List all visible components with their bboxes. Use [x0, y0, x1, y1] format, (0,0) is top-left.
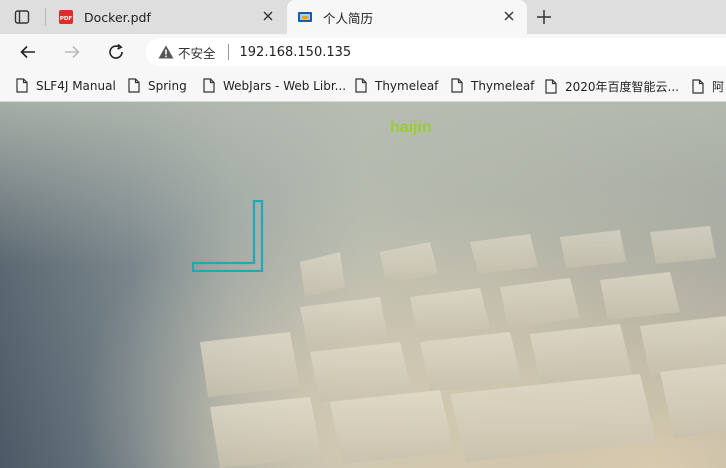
pdf-icon: PDF [58, 9, 74, 25]
url-text[interactable]: 192.168.150.135 [240, 45, 352, 60]
bookmark-label: Thymeleaf [471, 78, 535, 93]
address-divider [227, 44, 229, 60]
keyboard-background-image [0, 102, 726, 468]
page-icon [545, 79, 557, 94]
new-tab-icon[interactable] [534, 7, 554, 27]
back-arrow-icon[interactable] [18, 42, 38, 62]
tab-strip: PDF Docker.pdf 个人简历 [0, 0, 726, 34]
toolbar: 不安全 192.168.150.135 [0, 34, 726, 70]
page-content: haijin [0, 102, 726, 468]
tab-docker-pdf[interactable]: PDF Docker.pdf [50, 0, 286, 34]
bookmark-label: Thymeleaf [375, 78, 439, 93]
bookmark-spring[interactable]: Spring [128, 78, 187, 93]
corner-bracket-icon [192, 200, 264, 272]
close-tab-icon[interactable] [260, 8, 276, 24]
bookmark-label: 阿 [712, 80, 725, 94]
tab-resume[interactable]: 个人简历 [287, 0, 527, 34]
page-icon [451, 78, 463, 93]
page-icon [355, 78, 367, 93]
page-icon [128, 78, 140, 93]
bookmark-thymeleaf-2[interactable]: Thymeleaf [451, 78, 534, 93]
tab-title: 个人简历 [323, 10, 374, 26]
bookmark-baidu-cloud[interactable]: 2020年百度智能云... [545, 78, 679, 95]
bookmark-label: WebJars - Web Libr... [223, 78, 347, 93]
site-title: haijin [390, 119, 432, 136]
bookmark-label: SLF4J Manual [36, 78, 116, 93]
bookmark-webjars[interactable]: WebJars - Web Libr... [203, 78, 346, 93]
bookmark-label: Spring [148, 78, 187, 93]
bookmark-slf4j-manual[interactable]: SLF4J Manual [16, 78, 116, 93]
svg-text:PDF: PDF [60, 16, 73, 22]
security-status-text[interactable]: 不安全 [178, 43, 216, 62]
address-bar[interactable]: 不安全 192.168.150.135 [146, 38, 726, 66]
page-icon [203, 78, 215, 93]
tab-title: Docker.pdf [84, 9, 151, 25]
bookmark-truncated[interactable]: 阿 [692, 78, 724, 95]
tab-actions-icon[interactable] [12, 7, 32, 27]
reload-icon[interactable] [106, 42, 126, 62]
bookmark-thymeleaf-1[interactable]: Thymeleaf [355, 78, 438, 93]
page-icon [692, 79, 704, 94]
tab-divider [45, 8, 46, 26]
site-icon [297, 9, 313, 25]
bookmark-label: 2020年百度智能云... [565, 80, 679, 94]
warning-icon[interactable] [158, 44, 174, 60]
close-tab-icon[interactable] [501, 8, 517, 24]
bookmarks-bar: SLF4J Manual Spring WebJars - Web Libr..… [0, 70, 726, 102]
page-icon [16, 78, 28, 93]
forward-arrow-icon[interactable] [62, 42, 82, 62]
